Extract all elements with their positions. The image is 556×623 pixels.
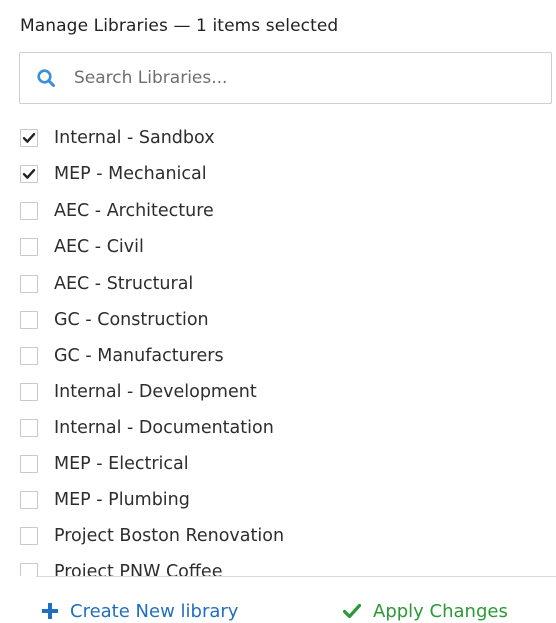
plus-icon xyxy=(42,603,58,619)
library-item[interactable]: AEC - Structural xyxy=(20,266,540,302)
library-item-label: Project Boston Renovation xyxy=(54,526,285,546)
library-item[interactable]: MEP - Electrical xyxy=(20,446,540,482)
library-item[interactable]: Internal - Sandbox xyxy=(20,120,540,156)
library-item-label: MEP - Electrical xyxy=(54,454,189,474)
panel-title: Manage Libraries — 1 items selected xyxy=(20,16,339,36)
library-item[interactable]: GC - Manufacturers xyxy=(20,338,540,374)
search-box[interactable] xyxy=(19,52,552,104)
library-item-label: AEC - Architecture xyxy=(54,201,214,221)
checkmark-icon xyxy=(22,133,36,143)
create-new-library-button[interactable]: Create New library xyxy=(42,598,238,623)
checkbox-unchecked[interactable] xyxy=(20,455,38,473)
library-item-label: GC - Manufacturers xyxy=(54,346,224,366)
checkbox-unchecked[interactable] xyxy=(20,275,38,293)
library-item-label: Project PNW Coffee xyxy=(54,562,223,576)
search-input[interactable] xyxy=(74,53,544,103)
library-item-label: Internal - Development xyxy=(54,382,257,402)
library-item[interactable]: Internal - Documentation xyxy=(20,410,540,446)
checkmark-icon xyxy=(343,603,361,619)
library-item-label: AEC - Civil xyxy=(54,237,144,257)
checkbox-unchecked[interactable] xyxy=(20,383,38,401)
library-item-label: Internal - Documentation xyxy=(54,418,274,438)
create-new-library-label: Create New library xyxy=(70,600,239,622)
library-list[interactable]: Internal - Sandbox MEP - Mechanical AEC - … xyxy=(0,118,556,576)
checkbox-unchecked[interactable] xyxy=(20,563,38,576)
library-item[interactable]: Project PNW Coffee xyxy=(20,554,540,576)
checkbox-unchecked[interactable] xyxy=(20,347,38,365)
library-item-label: MEP - Mechanical xyxy=(54,164,207,184)
apply-changes-button[interactable]: Apply Changes xyxy=(343,598,508,623)
apply-changes-label: Apply Changes xyxy=(373,600,508,622)
library-item[interactable]: AEC - Civil xyxy=(20,229,540,265)
library-item[interactable]: MEP - Plumbing xyxy=(20,482,540,518)
library-item-label: AEC - Structural xyxy=(54,274,194,294)
library-item-label: MEP - Plumbing xyxy=(54,490,190,510)
library-item[interactable]: MEP - Mechanical xyxy=(20,156,540,192)
footer-divider xyxy=(36,576,556,577)
library-item-label: GC - Construction xyxy=(54,310,209,330)
library-item[interactable]: Internal - Development xyxy=(20,374,540,410)
checkbox-unchecked[interactable] xyxy=(20,238,38,256)
checkbox-unchecked[interactable] xyxy=(20,491,38,509)
library-item[interactable]: GC - Construction xyxy=(20,302,540,338)
library-item[interactable]: AEC - Architecture xyxy=(20,193,540,229)
search-icon xyxy=(37,69,55,87)
checkbox-unchecked[interactable] xyxy=(20,419,38,437)
checkbox-unchecked[interactable] xyxy=(20,202,38,220)
checkmark-icon xyxy=(22,169,36,179)
library-item[interactable]: Project Boston Renovation xyxy=(20,518,540,554)
checkbox-unchecked[interactable] xyxy=(20,311,38,329)
library-item-label: Internal - Sandbox xyxy=(54,128,215,148)
checkbox-checked[interactable] xyxy=(20,129,38,147)
checkbox-unchecked[interactable] xyxy=(20,527,38,545)
checkbox-checked[interactable] xyxy=(20,165,38,183)
